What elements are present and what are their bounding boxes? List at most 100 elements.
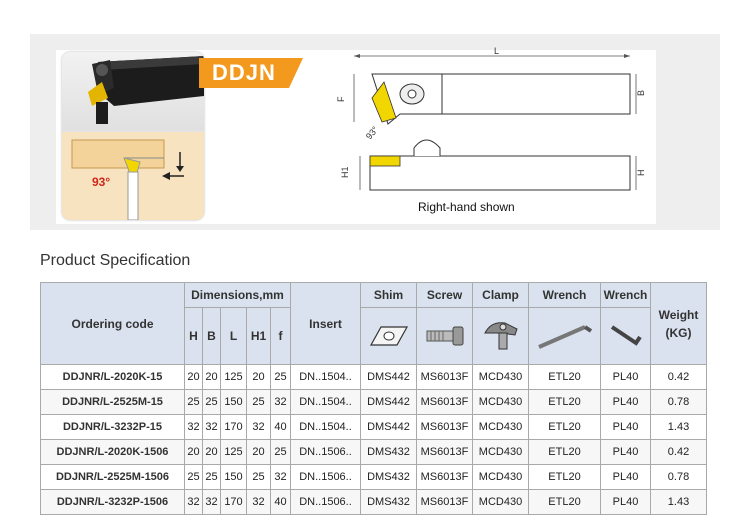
table-row: DDJNR/L-3232P-1506 32 32 170 32 40 DN..1506.. D… (40, 489, 707, 515)
cell-code: DDJNR/L-2020K-1506 (40, 439, 185, 465)
table-row: DDJNR/L-2020K-1506 20 20 125 20 25 DN..1506.. D… (40, 439, 707, 465)
cell-h1: 25 (246, 389, 271, 415)
hex-wrench-icon (610, 325, 642, 346)
cell-clamp: MCD430 (472, 439, 529, 465)
cell-screw: MS6013F (416, 414, 473, 440)
header-dim-H1: H1 (246, 307, 271, 365)
cell-insert: DN..1504.. (290, 364, 361, 390)
cell-h: 20 (184, 439, 203, 465)
drawing-label-B: B (636, 90, 646, 96)
cell-clamp: MCD430 (472, 389, 529, 415)
cell-wrench2: PL40 (600, 464, 651, 490)
header-ordering-code: Ordering code (40, 282, 185, 365)
table-row: DDJNR/L-3232P-15 32 32 170 32 40 DN..1504.. DMS… (40, 414, 707, 440)
table-row: DDJNR/L-2020K-15 20 20 125 20 25 DN..1504.. DMS… (40, 364, 707, 390)
cell-screw: MS6013F (416, 364, 473, 390)
shim-icon (369, 326, 408, 346)
cell-shim: DMS442 (360, 389, 417, 415)
cell-clamp: MCD430 (472, 489, 529, 515)
cell-h1: 25 (246, 464, 271, 490)
header-weight: Weight (KG) (650, 282, 707, 365)
table-row: DDJNR/L-2525M-1506 25 25 150 25 32 DN..1506.. D… (40, 464, 707, 490)
cell-h: 20 (184, 364, 203, 390)
cell-b: 20 (202, 364, 221, 390)
cell-clamp: MCD430 (472, 414, 529, 440)
cell-b: 32 (202, 414, 221, 440)
cell-weight: 0.42 (650, 439, 707, 465)
angle-diagram-icon: 93° (71, 139, 184, 220)
cell-screw: MS6013F (416, 464, 473, 490)
tool-holder-photo-icon (88, 56, 204, 124)
cell-wrench1: ETL20 (528, 464, 601, 490)
torx-wrench-icon (537, 325, 592, 349)
cell-wrench1: ETL20 (528, 364, 601, 390)
cell-h1: 32 (246, 489, 271, 515)
header-wrench-2: Wrench (600, 282, 651, 308)
header-shim: Shim (360, 282, 417, 308)
cell-l: 170 (220, 414, 247, 440)
header-wrench-1: Wrench (528, 282, 601, 308)
header-insert: Insert (290, 282, 361, 365)
cell-l: 170 (220, 489, 247, 515)
tool-image-card: 93° (62, 52, 204, 220)
cell-screw: MS6013F (416, 439, 473, 465)
product-title: DDJN (212, 60, 276, 85)
cell-clamp: MCD430 (472, 364, 529, 390)
header-dimensions: Dimensions,mm (184, 282, 291, 308)
drawing-caption: Right-hand shown (418, 200, 515, 214)
cell-weight: 0.78 (650, 389, 707, 415)
cell-insert: DN..1506.. (290, 489, 361, 515)
spec-table-body: DDJNR/L-2020K-15 20 20 125 20 25 DN..1504.. DMS… (40, 364, 707, 515)
cell-weight: 0.78 (650, 464, 707, 490)
cell-shim: DMS432 (360, 464, 417, 490)
cell-wrench1: ETL20 (528, 439, 601, 465)
cell-h: 25 (184, 389, 203, 415)
cell-weight: 1.43 (650, 489, 707, 515)
cell-b: 25 (202, 464, 221, 490)
screw-image-cell (416, 307, 473, 365)
angle-label: 93° (92, 175, 110, 189)
cell-b: 20 (202, 439, 221, 465)
cell-clamp: MCD430 (472, 464, 529, 490)
cell-code: DDJNR/L-2020K-15 (40, 364, 185, 390)
drawing-label-H1: H1 (340, 166, 350, 178)
cell-l: 150 (220, 464, 247, 490)
shim-image-cell (360, 307, 417, 365)
cell-code: DDJNR/L-3232P-15 (40, 414, 185, 440)
wrench1-image-cell (528, 307, 601, 365)
cell-weight: 0.42 (650, 364, 707, 390)
cell-wrench2: PL40 (600, 439, 651, 465)
cell-b: 32 (202, 489, 221, 515)
header-dim-B: B (202, 307, 221, 365)
cell-wrench2: PL40 (600, 364, 651, 390)
cell-h: 32 (184, 489, 203, 515)
cell-h1: 20 (246, 439, 271, 465)
header-screw: Screw (416, 282, 473, 308)
header-dim-H: H (184, 307, 203, 365)
cell-insert: DN..1506.. (290, 439, 361, 465)
cell-wrench1: ETL20 (528, 389, 601, 415)
cell-wrench2: PL40 (600, 389, 651, 415)
section-title: Product Specification (40, 252, 191, 269)
cell-insert: DN..1504.. (290, 414, 361, 440)
cell-f: 25 (270, 439, 291, 465)
cell-h: 25 (184, 464, 203, 490)
tool-angle-diagram: 93° (62, 132, 204, 220)
cell-l: 125 (220, 364, 247, 390)
cell-f: 25 (270, 364, 291, 390)
spec-table: Ordering code Dimensions,mm Insert Shim … (40, 282, 707, 515)
cell-h: 32 (184, 414, 203, 440)
cell-screw: MS6013F (416, 489, 473, 515)
clamp-icon (483, 322, 518, 350)
cell-l: 125 (220, 439, 247, 465)
cell-code: DDJNR/L-3232P-1506 (40, 489, 185, 515)
cell-wrench2: PL40 (600, 489, 651, 515)
cell-code: DDJNR/L-2525M-1506 (40, 464, 185, 490)
cell-screw: MS6013F (416, 389, 473, 415)
header-clamp: Clamp (472, 282, 529, 308)
cell-h1: 20 (246, 364, 271, 390)
screw-icon (426, 326, 463, 346)
cell-shim: DMS432 (360, 439, 417, 465)
drawing-label-angle: 93° (364, 124, 381, 141)
cell-shim: DMS442 (360, 364, 417, 390)
